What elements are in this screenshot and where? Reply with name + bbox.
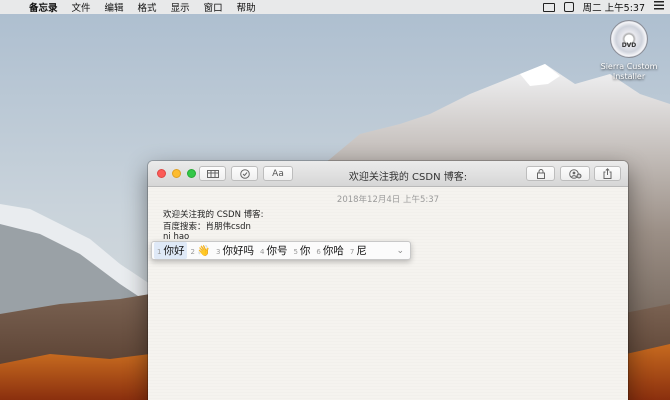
- menu-window[interactable]: 窗口: [197, 0, 230, 14]
- candidate-1[interactable]: 1 你好: [154, 242, 188, 259]
- menubar-clock[interactable]: 周二 上午5:37: [583, 0, 645, 14]
- checklist-button[interactable]: [231, 166, 258, 181]
- candidate-7[interactable]: 7尼: [347, 242, 370, 259]
- dvd-label: Sierra Custom Installer: [600, 62, 658, 81]
- dvd-icon: DVD: [610, 20, 648, 58]
- lock-button[interactable]: [526, 166, 555, 181]
- candidate-6[interactable]: 6 你哈: [313, 242, 346, 259]
- chevron-down-icon[interactable]: ⌄: [396, 246, 410, 256]
- menu-help[interactable]: 帮助: [230, 0, 263, 14]
- note-editor[interactable]: 2018年12月4日 上午5:37 欢迎关注我的 CSDN 博客: 百度搜索：肖…: [148, 187, 628, 400]
- input-source-icon[interactable]: [563, 2, 574, 12]
- note-date: 2018年12月4日 上午5:37: [336, 195, 440, 205]
- candidate-3[interactable]: 3 你好吗: [213, 242, 257, 259]
- share-button[interactable]: [594, 166, 621, 181]
- menu-file[interactable]: 文件: [65, 0, 98, 14]
- zoom-button[interactable]: [187, 169, 196, 178]
- menu-edit[interactable]: 编辑: [98, 0, 131, 14]
- desktop-dvd-item[interactable]: DVD Sierra Custom Installer: [596, 20, 662, 82]
- note-line-1: 欢迎关注我的 CSDN 博客:: [163, 210, 264, 220]
- checkmark-circle-icon: [239, 168, 250, 179]
- note-line-2: 百度搜索：肖朋伟csdn: [163, 222, 251, 232]
- menu-view[interactable]: 显示: [164, 0, 197, 14]
- menu-bar: 备忘录 文件 编辑 格式 显示 窗口 帮助 周二 上午5:37: [0, 0, 670, 14]
- minimize-button[interactable]: [172, 169, 181, 178]
- window-titlebar[interactable]: Aa 欢迎关注我的 CSDN 博客:: [148, 161, 628, 187]
- notification-center-icon[interactable]: [654, 1, 664, 13]
- ime-candidate-bar: 1 你好 2 👋 3 你好吗 4 你号 5你 6 你哈 7尼 ⌄: [151, 241, 411, 260]
- table-icon: [206, 169, 219, 178]
- add-people-icon: [568, 168, 581, 179]
- add-people-button[interactable]: [560, 166, 590, 181]
- display-mirror-icon[interactable]: [542, 2, 555, 12]
- menu-notes[interactable]: 备忘录: [22, 0, 65, 14]
- candidate-5[interactable]: 5你: [290, 242, 313, 259]
- menu-format[interactable]: 格式: [131, 0, 164, 14]
- notes-window: Aa 欢迎关注我的 CSDN 博客: 2018年12月4日 上午5:37 欢迎关…: [148, 161, 628, 400]
- share-icon: [603, 168, 612, 179]
- lock-icon: [536, 168, 545, 179]
- candidate-2[interactable]: 2 👋: [187, 243, 213, 258]
- format-button[interactable]: Aa: [263, 166, 293, 181]
- status-area: 周二 上午5:37: [542, 0, 670, 14]
- window-title: 欢迎关注我的 CSDN 博客:: [348, 172, 468, 183]
- table-button[interactable]: [199, 166, 226, 181]
- candidate-4[interactable]: 4 你号: [257, 242, 290, 259]
- close-button[interactable]: [157, 169, 166, 178]
